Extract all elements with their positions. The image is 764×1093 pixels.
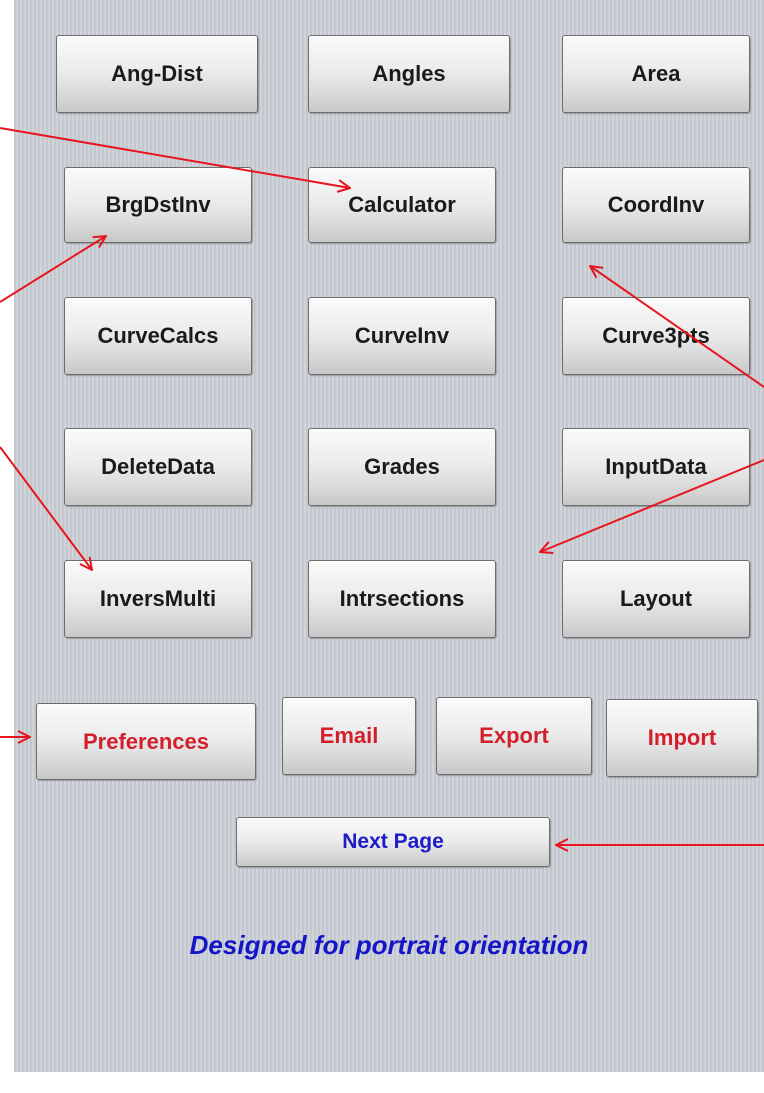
inputdata-button[interactable]: InputData <box>562 428 750 506</box>
ang-dist-button[interactable]: Ang-Dist <box>56 35 258 113</box>
coordinv-button[interactable]: CoordInv <box>562 167 750 243</box>
curve3pts-button[interactable]: Curve3pts <box>562 297 750 375</box>
intrsections-button[interactable]: Intrsections <box>308 560 496 638</box>
email-button[interactable]: Email <box>282 697 416 775</box>
area-button[interactable]: Area <box>562 35 750 113</box>
grades-button[interactable]: Grades <box>308 428 496 506</box>
angles-button[interactable]: Angles <box>308 35 510 113</box>
deletedata-button[interactable]: DeleteData <box>64 428 252 506</box>
curveinv-button[interactable]: CurveInv <box>308 297 496 375</box>
preferences-button[interactable]: Preferences <box>36 703 256 780</box>
brgdstinv-button[interactable]: BrgDstInv <box>64 167 252 243</box>
inversmulti-button[interactable]: InversMulti <box>64 560 252 638</box>
menu-panel: Ang-Dist Angles Area BrgDstInv Calculato… <box>14 0 764 1072</box>
import-button[interactable]: Import <box>606 699 758 777</box>
curvecalcs-button[interactable]: CurveCalcs <box>64 297 252 375</box>
next-page-button[interactable]: Next Page <box>236 817 550 867</box>
screenshot-stage: Ang-Dist Angles Area BrgDstInv Calculato… <box>0 0 764 1093</box>
layout-button[interactable]: Layout <box>562 560 750 638</box>
orientation-note: Designed for portrait orientation <box>189 930 589 960</box>
calculator-button[interactable]: Calculator <box>308 167 496 243</box>
export-button[interactable]: Export <box>436 697 592 775</box>
